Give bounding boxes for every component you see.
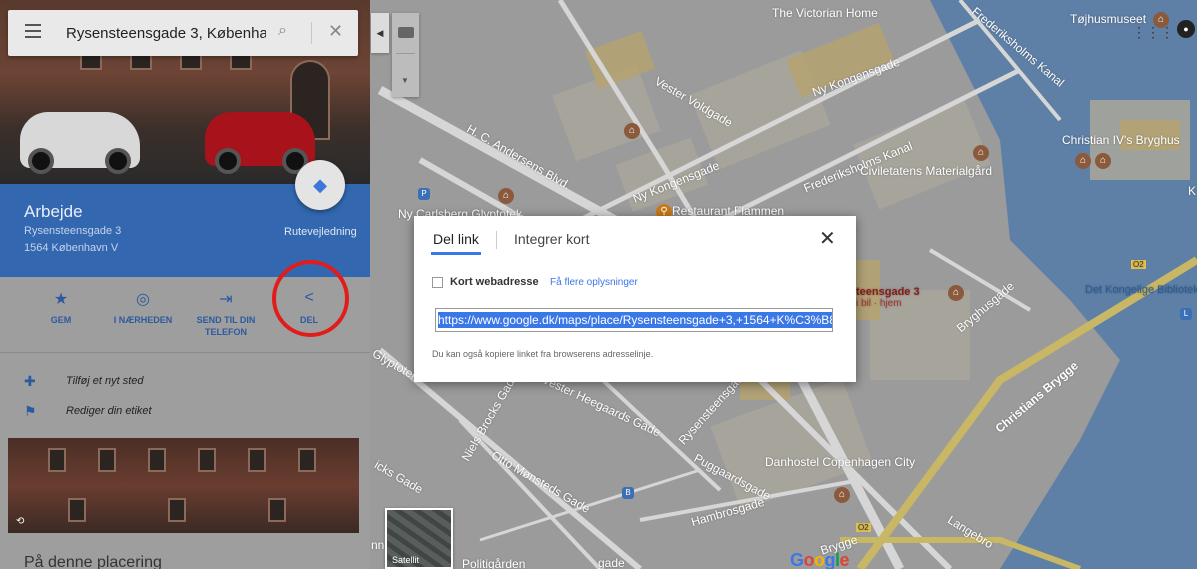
- map-label-nn: nn: [371, 538, 385, 552]
- photo-window: [48, 448, 66, 472]
- map-label-christian-iv: Christian IV's Bryghus: [1062, 133, 1180, 147]
- keyboard-icon[interactable]: [398, 27, 414, 38]
- more-info-link[interactable]: Få flere oplysninger: [550, 277, 638, 288]
- photo-wheel: [105, 148, 131, 174]
- map-label-civiletatens: Civiletatens Materialgård: [860, 164, 993, 178]
- library-poi-icon[interactable]: L: [1180, 308, 1192, 320]
- bus-poi-icon[interactable]: B: [622, 487, 634, 499]
- save-button[interactable]: ★ GEM: [20, 289, 102, 326]
- museum-poi-icon[interactable]: ⌂: [498, 188, 514, 204]
- copy-hint-text: Du kan også kopiere linket fra browseren…: [432, 349, 654, 359]
- google-logo-o1: o: [803, 550, 815, 569]
- close-icon[interactable]: ✕: [328, 21, 343, 42]
- collapse-panel-button[interactable]: ◀: [371, 13, 389, 53]
- satellite-toggle[interactable]: Satellit: [385, 508, 453, 569]
- google-logo-o2: o: [814, 550, 825, 569]
- photo-window: [298, 448, 316, 472]
- save-label: GEM: [50, 315, 72, 325]
- street-view-photo[interactable]: ⟲: [8, 438, 359, 533]
- search-icon[interactable]: ⌕: [278, 22, 287, 40]
- share-dialog: Del link Integrer kort ✕ Kort webadresse…: [414, 216, 856, 382]
- google-logo-e: e: [839, 550, 850, 569]
- add-location-icon: ✚: [24, 373, 36, 389]
- active-tab-indicator: [431, 252, 481, 255]
- add-place-label: Tilføj et nyt sted: [66, 375, 144, 387]
- directions-label[interactable]: Rutevejledning: [284, 226, 357, 238]
- nearby-icon: ◎: [136, 291, 150, 308]
- museum-poi-icon[interactable]: ⌂: [624, 123, 640, 139]
- keyboard-controls[interactable]: ▼: [392, 13, 419, 97]
- directions-icon: ◆: [313, 175, 327, 195]
- photo-window: [168, 498, 186, 522]
- search-divider: [311, 22, 312, 44]
- share-link-text: https://www.google.dk/maps/place/Rysenst…: [438, 312, 832, 328]
- apps-grid-icon[interactable]: ⋮⋮⋮: [1132, 24, 1174, 41]
- short-url-label: Kort webadresse: [450, 276, 539, 288]
- photo-wheel: [28, 148, 54, 174]
- parking-poi-icon[interactable]: P: [418, 188, 430, 200]
- photo-wheel: [215, 148, 241, 174]
- map-label-rysensteensgade-3: teensgade 3: [856, 286, 920, 298]
- google-logo-g: G: [790, 550, 804, 569]
- photo-window: [98, 448, 116, 472]
- landmark-poi-icon[interactable]: ⌂: [948, 285, 964, 301]
- brewery-poi-icon[interactable]: ⌂: [1075, 153, 1091, 169]
- map-label-victorian: The Victorian Home: [772, 6, 878, 20]
- photo-window: [68, 498, 86, 522]
- short-url-checkbox[interactable]: [432, 277, 443, 288]
- map-label-road-o2-bottom: O2: [856, 523, 871, 532]
- place-address-line1: Rysensteensgade 3: [24, 225, 122, 237]
- photo-window: [268, 498, 286, 522]
- photo-window: [198, 448, 216, 472]
- map-label-kongelige-bibliotek: Det Kongelige Bibliotek (Københavns Havn…: [1085, 284, 1197, 296]
- send-to-phone-label: SEND TIL DIN TELEFON: [196, 315, 256, 337]
- google-logo-g2: g: [824, 550, 836, 569]
- google-logo: Google: [790, 550, 850, 569]
- send-to-phone-button[interactable]: ⇥ SEND TIL DIN TELEFON: [185, 289, 267, 338]
- map-label-road-o2-top: O2: [1131, 260, 1146, 269]
- section-title-at-location: På denne placering: [24, 554, 162, 569]
- map-label-rysensteensgade-sub: i bil · hjem: [856, 298, 902, 309]
- map-label-k-edge: K: [1188, 184, 1197, 198]
- flag-icon: ⚑: [24, 403, 37, 419]
- map-label-danhostel-text: Danhostel Copenhagen City: [765, 455, 916, 469]
- nearby-label: I NÆRHEDEN: [113, 315, 173, 325]
- menu-icon[interactable]: [25, 24, 41, 38]
- nearby-button[interactable]: ◎ I NÆRHEDEN: [102, 289, 184, 326]
- tab-embed-map[interactable]: Integrer kort: [514, 231, 589, 247]
- chevron-down-icon[interactable]: ▼: [401, 76, 409, 85]
- place-address-line2: 1564 København V: [24, 242, 119, 254]
- star-icon: ★: [53, 291, 69, 308]
- search-box: ⌕ ✕: [8, 10, 358, 56]
- place-title: Arbejde: [24, 202, 83, 221]
- map-label-danhostel: Danhostel Copenhagen City: [765, 455, 915, 469]
- street-view-icon[interactable]: ⟲: [16, 516, 24, 527]
- photo-window: [248, 448, 266, 472]
- section-divider: [0, 352, 370, 353]
- photo-window: [148, 448, 166, 472]
- map-label-politigaarden: Politigården: [462, 557, 526, 569]
- directions-button[interactable]: ◆: [295, 160, 345, 210]
- edit-label-label: Rediger din etiket: [66, 405, 152, 417]
- tab-share-link[interactable]: Del link: [433, 231, 479, 247]
- bar-poi-icon[interactable]: ⌂: [1095, 153, 1111, 169]
- annotation-highlight-circle: [272, 260, 349, 337]
- share-link-field[interactable]: https://www.google.dk/maps/place/Rysenst…: [435, 308, 833, 332]
- hostel-poi-icon[interactable]: ⌂: [834, 487, 850, 503]
- close-icon[interactable]: ✕: [819, 226, 836, 251]
- search-input[interactable]: [66, 10, 266, 56]
- museum-poi-icon[interactable]: ⌂: [973, 145, 989, 161]
- account-avatar-icon[interactable]: ●: [1177, 20, 1195, 38]
- map-label-gade-bottom: gade: [598, 556, 625, 569]
- tab-separator: [496, 231, 497, 249]
- send-to-phone-icon: ⇥: [219, 291, 233, 308]
- satellite-label: Satellit: [392, 555, 420, 565]
- keyboard-divider: [396, 53, 415, 54]
